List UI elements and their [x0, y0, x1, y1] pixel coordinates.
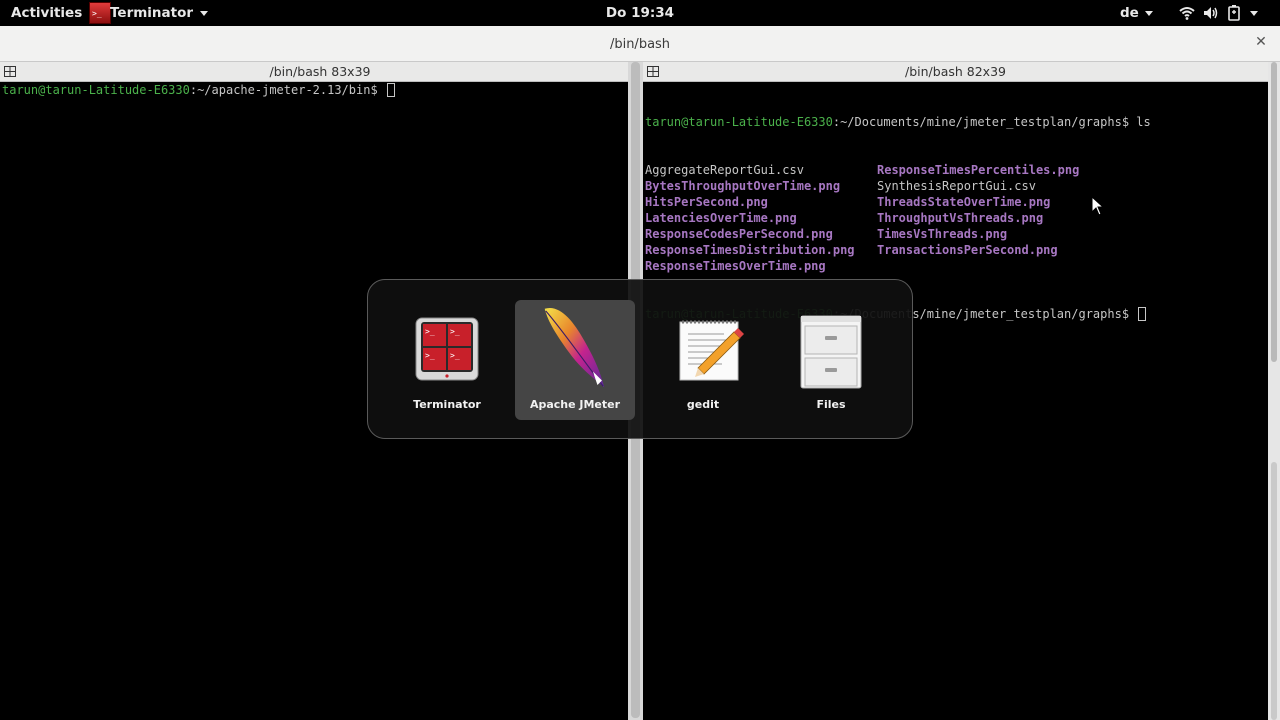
ls-entry: TimesVsThreads.png [877, 227, 1008, 241]
grouping-grid-icon[interactable] [4, 66, 16, 77]
pane-title-bar[interactable]: /bin/bash 83x39 [0, 62, 640, 82]
ls-entry: ResponseTimesDistribution.png [645, 243, 855, 257]
terminal-output[interactable]: tarun@tarun-Latitude-E6330:~/apache-jmet… [2, 82, 395, 98]
app-switcher: >_ >_ >_ >_ Terminator Apache JMeter ged… [367, 279, 913, 439]
gedit-icon [679, 320, 744, 381]
prompt-path: :~/apache-jmeter-2.13/bin$ [189, 83, 385, 97]
ls-entry: BytesThroughputOverTime.png [645, 179, 841, 193]
switcher-item-label: gedit [686, 398, 720, 411]
right-scrollbar[interactable] [1268, 62, 1280, 720]
power-battery-icon [1228, 5, 1240, 21]
ls-entry: LatenciesOverTime.png [645, 211, 797, 225]
ls-entry: AggregateReportGui.csv [645, 163, 804, 177]
chevron-down-icon [200, 10, 209, 16]
app-menu[interactable]: Terminator [89, 0, 209, 26]
scrollbar-thumb[interactable] [1271, 62, 1277, 362]
window-title: /bin/bash [609, 37, 671, 52]
ls-row: AggregateReportGui.csv ResponseTimesPerce… [645, 162, 1151, 178]
ls-row: LatenciesOverTime.png ThroughputVsThreads… [645, 210, 1151, 226]
pane-title-bar[interactable]: /bin/bash 82x39 [643, 62, 1268, 82]
language-label: de [1120, 5, 1139, 21]
svg-text:>_: >_ [450, 327, 460, 336]
terminator-icon: >_ >_ >_ >_ [415, 317, 479, 381]
prompt-command: :~/Documents/mine/jmeter_testplan/graphs… [832, 115, 1151, 129]
ls-entry: SynthesisReportGui.csv [877, 179, 1036, 193]
switcher-item-label: Files [816, 398, 846, 411]
files-cabinet-icon [800, 315, 862, 389]
switcher-item-label: Apache JMeter [529, 398, 621, 411]
ls-entry: ResponseTimesOverTime.png [645, 259, 826, 273]
switcher-item-terminator[interactable]: >_ >_ >_ >_ Terminator [387, 300, 507, 420]
ls-row: ResponseTimesDistribution.png Transaction… [645, 242, 1151, 258]
grouping-grid-icon[interactable] [647, 66, 659, 77]
scrollbar-track [1271, 462, 1277, 720]
prompt-user: tarun@tarun-Latitude-E6330 [2, 83, 190, 97]
top-bar: Activities Terminator Do 19:34 de [0, 0, 1280, 26]
ls-entry: HitsPerSecond.png [645, 195, 768, 209]
ls-entry: ResponseTimesPercentiles.png [877, 163, 1080, 177]
switcher-item-label: Terminator [413, 398, 481, 411]
terminator-app-icon [89, 2, 111, 24]
ls-entry: ThreadsStateOverTime.png [877, 195, 1051, 209]
volume-icon [1204, 7, 1218, 19]
ls-row: HitsPerSecond.png ThreadsStateOverTime.pn… [645, 194, 1151, 210]
ls-row: BytesThroughputOverTime.png SynthesisRepo… [645, 178, 1151, 194]
system-status-menu[interactable] [1178, 4, 1258, 22]
switcher-item-gedit[interactable]: gedit [643, 300, 763, 420]
pane-title: /bin/bash 82x39 [905, 64, 1006, 79]
text-cursor [1138, 307, 1147, 321]
ls-entry: ThroughputVsThreads.png [877, 211, 1044, 225]
svg-text:>_: >_ [425, 327, 435, 336]
switcher-item-apache-jmeter[interactable]: Apache JMeter [515, 300, 635, 420]
jmeter-feather-icon [544, 307, 605, 388]
text-cursor [386, 83, 395, 97]
prompt-user: tarun@tarun-Latitude-E6330 [645, 115, 833, 129]
switcher-item-files[interactable]: Files [771, 300, 891, 420]
ls-entry: TransactionsPerSecond.png [877, 243, 1058, 257]
activities-button[interactable]: Activities [11, 5, 82, 21]
ls-output: AggregateReportGui.csv ResponseTimesPerce… [645, 162, 1151, 274]
keyboard-layout-indicator[interactable]: de [1120, 5, 1153, 21]
mouse-pointer-icon [1091, 196, 1105, 216]
wifi-icon [1179, 7, 1195, 20]
chevron-down-icon [1250, 10, 1258, 16]
pane-title: /bin/bash 83x39 [269, 64, 371, 79]
svg-text:>_: >_ [450, 351, 460, 360]
chevron-down-icon [1144, 10, 1153, 16]
ls-row: ResponseTimesOverTime.png [645, 258, 1151, 274]
ls-entry: ResponseCodesPerSecond.png [645, 227, 833, 241]
close-icon[interactable]: ✕ [1253, 34, 1269, 50]
window-title-bar[interactable]: /bin/bash ✕ [0, 26, 1280, 62]
svg-text:>_: >_ [425, 351, 435, 360]
app-menu-label: Terminator [110, 5, 194, 21]
ls-row: ResponseCodesPerSecond.png TimesVsThreads… [645, 226, 1151, 242]
